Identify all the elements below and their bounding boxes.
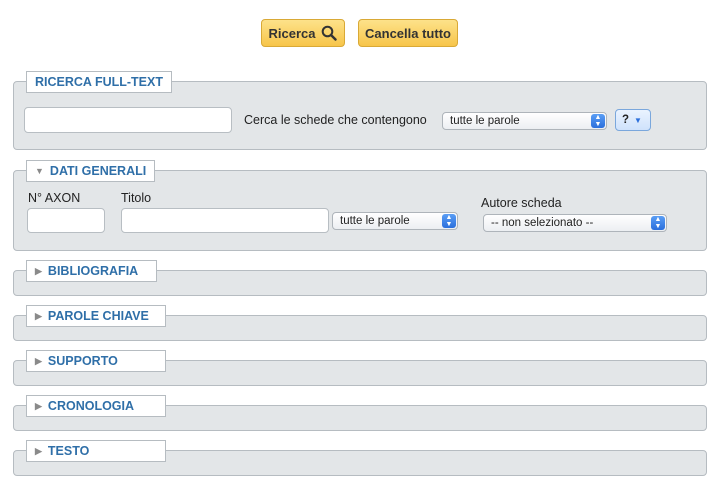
axon-label: N° AXON xyxy=(28,191,81,205)
fulltext-section: RICERCA FULL-TEXT Cerca le schede che co… xyxy=(13,71,707,150)
triangle-right-icon: ▶ xyxy=(35,310,42,321)
autore-select[interactable]: -- non selezionato -- ▲ ▼ xyxy=(483,214,667,232)
search-button[interactable]: Ricerca xyxy=(261,19,345,47)
triangle-right-icon: ▶ xyxy=(35,445,42,456)
fulltext-prompt: Cerca le schede che contengono xyxy=(244,113,427,127)
supporto-header[interactable]: ▶ SUPPORTO xyxy=(26,350,166,372)
triangle-right-icon: ▶ xyxy=(35,355,42,366)
triangle-down-icon: ▼ xyxy=(634,115,642,125)
magnifier-icon xyxy=(322,25,338,41)
titolo-mode-value: tutte le parole xyxy=(340,215,410,227)
dati-generali-title: DATI GENERALI xyxy=(49,164,147,178)
testo-header[interactable]: ▶ TESTO xyxy=(26,440,166,462)
supporto-section: ▶ SUPPORTO xyxy=(13,350,707,386)
testo-title: TESTO xyxy=(47,444,90,458)
parole-chiave-title: PAROLE CHIAVE xyxy=(47,309,149,323)
testo-section: ▶ TESTO xyxy=(13,440,707,476)
select-arrows-icon: ▲ ▼ xyxy=(651,216,665,230)
parole-chiave-section: ▶ PAROLE CHIAVE xyxy=(13,305,707,341)
titolo-input[interactable] xyxy=(121,208,329,233)
autore-select-value: -- non selezionato -- xyxy=(491,217,594,229)
axon-input[interactable] xyxy=(27,208,105,233)
bibliografia-section: ▶ BIBLIOGRAFIA xyxy=(13,260,707,296)
help-dropdown-button[interactable]: ? ▼ xyxy=(615,109,651,131)
fulltext-input[interactable] xyxy=(24,107,232,133)
triangle-right-icon: ▶ xyxy=(35,265,42,276)
triangle-right-icon: ▶ xyxy=(35,400,42,411)
titolo-label: Titolo xyxy=(121,191,152,205)
dati-generali-header[interactable]: ▼ DATI GENERALI xyxy=(26,160,156,182)
fulltext-section-header: RICERCA FULL-TEXT xyxy=(26,71,172,93)
fulltext-mode-select[interactable]: tutte le parole ▲ ▼ xyxy=(442,112,607,130)
select-arrows-icon: ▲ ▼ xyxy=(591,114,605,128)
fulltext-section-title: RICERCA FULL-TEXT xyxy=(35,75,163,89)
autore-label: Autore scheda xyxy=(481,196,562,210)
titolo-mode-select[interactable]: tutte le parole ▲ ▼ xyxy=(332,212,458,230)
bibliografia-header[interactable]: ▶ BIBLIOGRAFIA xyxy=(26,260,157,282)
select-arrows-icon: ▲ ▼ xyxy=(442,214,456,228)
bibliografia-title: BIBLIOGRAFIA xyxy=(47,264,139,278)
dati-generali-section: ▼ DATI GENERALI N° AXON Titolo tutte le … xyxy=(13,160,707,251)
triangle-down-icon: ▼ xyxy=(35,166,44,176)
help-label: ? xyxy=(622,114,630,126)
clear-all-button[interactable]: Cancella tutto xyxy=(358,19,458,47)
clear-all-button-label: Cancella tutto xyxy=(365,25,451,41)
search-button-label: Ricerca xyxy=(268,25,316,41)
parole-chiave-header[interactable]: ▶ PAROLE CHIAVE xyxy=(26,305,166,327)
fulltext-mode-value: tutte le parole xyxy=(450,115,520,127)
cronologia-header[interactable]: ▶ CRONOLOGIA xyxy=(26,395,166,417)
cronologia-title: CRONOLOGIA xyxy=(47,399,135,413)
cronologia-section: ▶ CRONOLOGIA xyxy=(13,395,707,431)
supporto-title: SUPPORTO xyxy=(47,354,118,368)
